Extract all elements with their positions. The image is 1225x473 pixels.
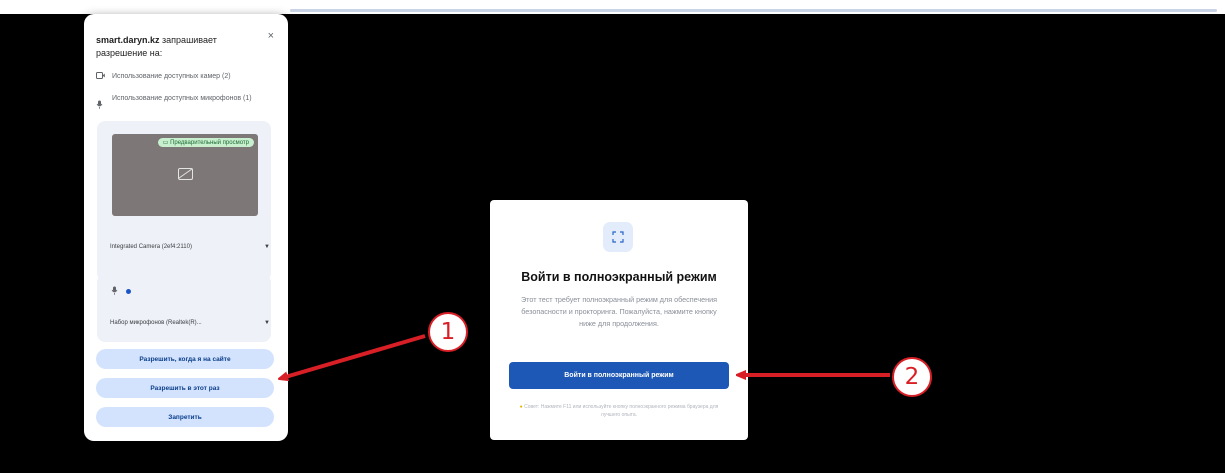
microphone-icon — [111, 286, 118, 297]
camera-preview-panel: ▭ Предварительный просмотр Integrated Ca… — [97, 121, 271, 281]
camera-permission-label: Использование доступных камер (2) — [112, 73, 231, 80]
microphone-icon — [96, 100, 106, 112]
enter-fullscreen-button[interactable]: Войти в полноэкранный режим — [509, 362, 729, 389]
chevron-down-icon: ▼ — [264, 244, 270, 250]
top-rule — [290, 9, 1217, 12]
annotation-marker-1: 1 — [428, 312, 468, 352]
mic-level-row — [111, 286, 131, 297]
camera-preview: ▭ Предварительный просмотр — [112, 134, 258, 216]
mic-select-value: Набор микрофонов (Realtek(R)... — [110, 320, 202, 326]
camera-select[interactable]: Integrated Camera (2ef4:2110) ▼ — [110, 238, 274, 256]
mic-select[interactable]: Набор микрофонов (Realtek(R)... ▼ — [110, 314, 274, 332]
lightbulb-icon: ● — [519, 404, 523, 410]
camera-off-icon — [178, 168, 193, 180]
camera-permission-row: Использование доступных камер (2) — [96, 72, 271, 82]
deny-button[interactable]: Запретить — [96, 407, 274, 427]
camera-select-value: Integrated Camera (2ef4:2110) — [110, 244, 192, 250]
microphone-panel: Набор микрофонов (Realtek(R)... ▼ — [97, 274, 271, 342]
fullscreen-description: Этот тест требует полноэкранный режим дл… — [521, 295, 717, 328]
preview-badge-label: Предварительный просмотр — [170, 140, 249, 146]
permission-site: smart.daryn.kz — [96, 35, 160, 45]
chevron-down-icon: ▼ — [264, 320, 270, 326]
fullscreen-hint-text: Совет: Нажмите F11 или используйте кнопк… — [524, 404, 719, 418]
mic-level-indicator — [126, 289, 131, 294]
expand-icon — [603, 222, 633, 252]
camera-icon — [96, 72, 106, 82]
allow-on-site-button[interactable]: Разрешить, когда я на сайте — [96, 349, 274, 369]
top-strip — [0, 0, 1225, 14]
permission-title: smart.daryn.kz запрашивает разрешение на… — [96, 34, 256, 60]
annotation-marker-2: 2 — [892, 357, 932, 397]
mic-permission-row: Использование доступных микрофонов (1) — [96, 94, 271, 112]
fullscreen-title: Войти в полноэкранный режим — [521, 270, 717, 284]
preview-camera-icon: ▭ — [162, 140, 171, 146]
preview-badge: ▭ Предварительный просмотр — [157, 138, 254, 147]
fullscreen-card: Войти в полноэкранный режим Этот тест тр… — [490, 200, 748, 440]
mic-permission-label: Использование доступных микрофонов (1) — [112, 95, 252, 102]
permission-dialog: smart.daryn.kz запрашивает разрешение на… — [84, 14, 288, 441]
allow-once-button[interactable]: Разрешить в этот раз — [96, 378, 274, 398]
fullscreen-hint: ● Совет: Нажмите F11 или используйте кно… — [510, 403, 728, 419]
close-icon[interactable]: × — [268, 30, 274, 42]
